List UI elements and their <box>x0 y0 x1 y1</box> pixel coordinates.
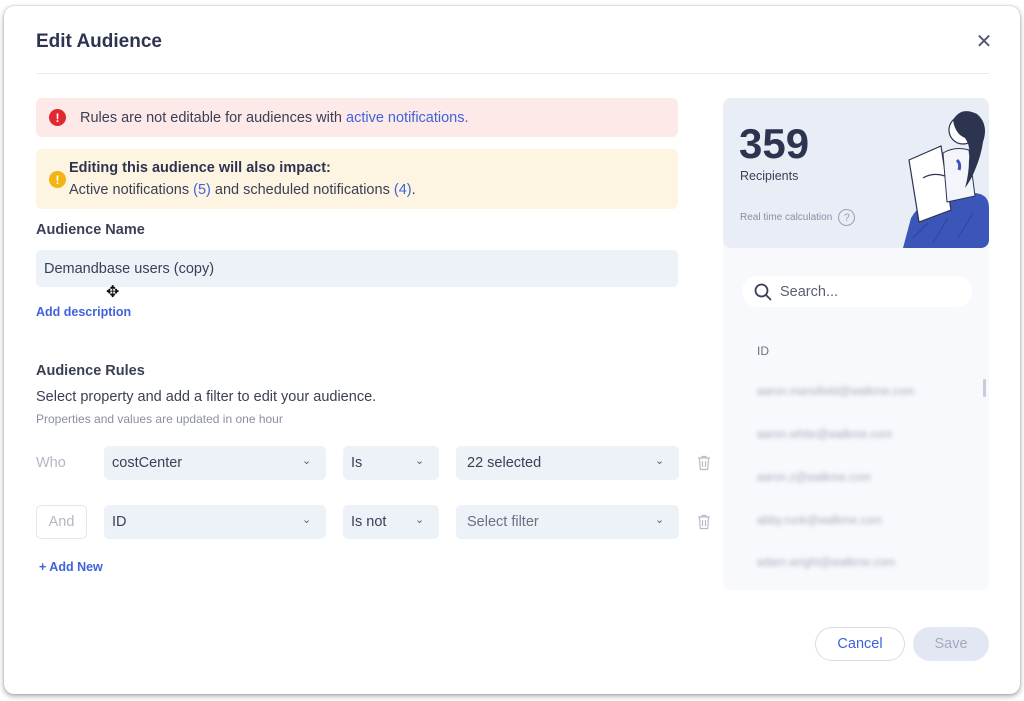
chevron-down-icon: ⌄ <box>302 455 312 467</box>
search-input[interactable] <box>780 283 950 300</box>
scrollbar[interactable] <box>983 379 986 397</box>
property-value: ID <box>112 514 127 530</box>
chevron-down-icon: ⌄ <box>302 514 312 526</box>
warning-alert: ! Editing this audience will also impact… <box>36 149 678 209</box>
woman-reading-illustration <box>903 111 989 248</box>
rule-prefix-who: Who <box>36 455 66 471</box>
id-column-header: ID <box>757 344 769 358</box>
value-select[interactable]: 22 selected ⌄ <box>456 446 679 480</box>
chevron-down-icon: ⌄ <box>655 514 665 526</box>
trash-icon[interactable] <box>697 455 711 471</box>
scheduled-count-link[interactable]: (4) <box>394 182 412 198</box>
error-icon: ! <box>49 109 66 126</box>
warning-text-end: . <box>411 182 416 198</box>
recipients-stats-card: 359 Recipients Real time calculation ? <box>723 98 989 248</box>
warning-icon: ! <box>49 171 66 188</box>
value-selected: 22 selected <box>467 455 542 471</box>
cancel-button[interactable]: Cancel <box>815 627 905 661</box>
value-placeholder: Select filter <box>467 514 539 530</box>
trash-icon[interactable] <box>697 514 711 530</box>
operator-value: Is not <box>351 514 387 530</box>
recipients-count: 359 <box>739 120 810 167</box>
error-alert: ! Rules are not editable for audiences w… <box>36 98 678 137</box>
dialog-title: Edit Audience <box>36 31 162 52</box>
list-item: aaron.z@walkme.com <box>757 472 871 484</box>
list-item: aaron.white@walkme.com <box>757 429 893 441</box>
realtime-calculation: Real time calculation ? <box>740 209 856 226</box>
move-cursor-icon: ✥ <box>106 284 120 301</box>
add-new-rule-button[interactable]: + Add New <box>39 560 103 574</box>
warning-text-active: Active notifications <box>69 182 194 198</box>
active-notifications-link[interactable]: active notifications. <box>346 110 469 126</box>
value-select[interactable]: Select filter ⌄ <box>456 505 679 539</box>
edit-audience-dialog: Edit Audience ✕ ! Rules are not editable… <box>4 6 1020 694</box>
add-description-link[interactable]: Add description <box>36 305 131 319</box>
property-select[interactable]: ID ⌄ <box>104 505 326 539</box>
save-button[interactable]: Save <box>913 627 989 661</box>
chevron-down-icon: ⌄ <box>415 455 425 467</box>
list-item: adam.wright@walkme.com <box>757 557 896 569</box>
audience-name-input[interactable] <box>36 250 678 287</box>
operator-select[interactable]: Is not ⌄ <box>343 505 439 539</box>
rule-prefix-and[interactable]: And <box>36 505 87 539</box>
chevron-down-icon: ⌄ <box>415 514 425 526</box>
realtime-label: Real time calculation <box>740 212 833 223</box>
rules-description: Select property and add a filter to edit… <box>36 389 377 405</box>
warning-title: Editing this audience will also impact: <box>69 160 331 176</box>
operator-select[interactable]: Is ⌄ <box>343 446 439 480</box>
active-count-link[interactable]: (5) <box>193 182 211 198</box>
list-item: abby.runk@walkme.com <box>757 515 883 527</box>
chevron-down-icon: ⌄ <box>655 455 665 467</box>
audience-name-label: Audience Name <box>36 222 145 238</box>
warning-text: Active notifications (5) and scheduled n… <box>69 182 416 198</box>
close-icon[interactable]: ✕ <box>974 32 994 52</box>
property-select[interactable]: costCenter ⌄ <box>104 446 326 480</box>
list-item: aaron.mansfield@walkme.com <box>757 386 915 398</box>
audience-rules-label: Audience Rules <box>36 363 145 379</box>
property-value: costCenter <box>112 455 183 471</box>
error-alert-message: Rules are not editable for audiences wit… <box>80 109 346 126</box>
rules-hint: Properties and values are updated in one… <box>36 412 283 426</box>
recipients-label: Recipients <box>740 169 799 183</box>
warning-text-scheduled: and scheduled notifications <box>210 182 394 198</box>
error-alert-text: Rules are not editable for audiences wit… <box>80 110 469 126</box>
help-icon[interactable]: ? <box>838 209 856 226</box>
operator-value: Is <box>351 455 363 471</box>
header-divider <box>36 73 989 74</box>
recipients-search[interactable] <box>742 276 972 307</box>
search-icon <box>754 283 772 300</box>
